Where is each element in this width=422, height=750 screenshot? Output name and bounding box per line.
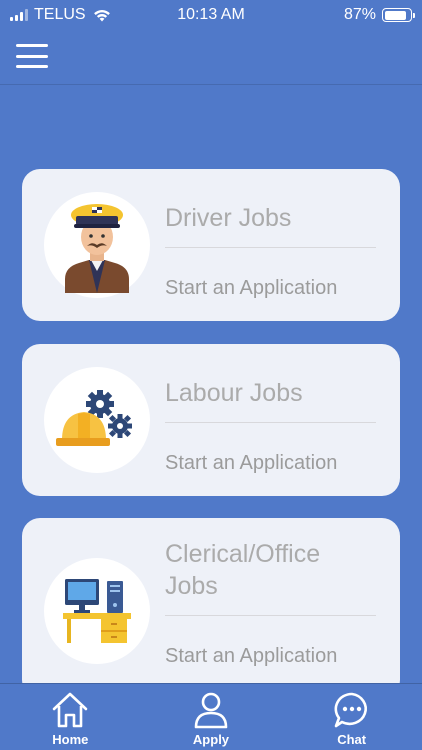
top-navigation-bar: [0, 30, 422, 85]
wifi-icon: [93, 10, 110, 22]
tab-chat[interactable]: Chat: [302, 684, 402, 750]
card-title: Labour Jobs: [165, 379, 303, 407]
driver-icon-circle: [44, 192, 150, 298]
office-icon-circle: [44, 558, 150, 664]
tab-label: Apply: [192, 732, 230, 747]
start-application-link[interactable]: Start an Application: [165, 275, 380, 301]
tab-apply[interactable]: Apply: [161, 684, 261, 750]
battery-percentage: 87%: [343, 6, 376, 23]
labour-icon-circle: [44, 367, 150, 473]
carrier-name: TELUS: [34, 6, 86, 23]
bottom-tab-bar: Home Apply Chat: [0, 683, 422, 750]
hamburger-menu-icon[interactable]: [16, 44, 48, 68]
driver-icon: [65, 204, 129, 293]
status-left: TELUS: [10, 6, 112, 24]
hardhat-gears-icon: [56, 390, 132, 446]
home-icon: [53, 692, 88, 728]
tab-label: Chat: [337, 732, 367, 747]
battery-icon: [382, 8, 415, 22]
start-application-link[interactable]: Start an Application: [165, 450, 380, 476]
job-card-driver[interactable]: Driver Jobs Start an Application: [22, 169, 400, 321]
card-title: Driver Jobs: [165, 204, 292, 232]
battery-fill: [384, 10, 407, 20]
status-right: 87%: [343, 6, 415, 24]
card-divider: [165, 615, 376, 616]
person-icon: [194, 692, 228, 729]
job-card-clerical[interactable]: Clerical/Office Jobs Start an Applicatio…: [22, 518, 400, 698]
job-card-labour[interactable]: Labour Jobs Start an Application: [22, 344, 400, 496]
start-application-link[interactable]: Start an Application: [165, 643, 380, 669]
card-divider: [165, 247, 376, 248]
chat-icon: [334, 692, 367, 728]
card-divider: [165, 422, 376, 423]
office-desk-icon: [63, 579, 131, 643]
signal-strength-icon: [10, 9, 28, 21]
tab-home[interactable]: Home: [20, 684, 120, 750]
tab-label: Home: [52, 732, 89, 747]
status-bar: TELUS 10:13 AM 87%: [0, 0, 422, 30]
card-title: Clerical/Office Jobs: [165, 540, 321, 600]
